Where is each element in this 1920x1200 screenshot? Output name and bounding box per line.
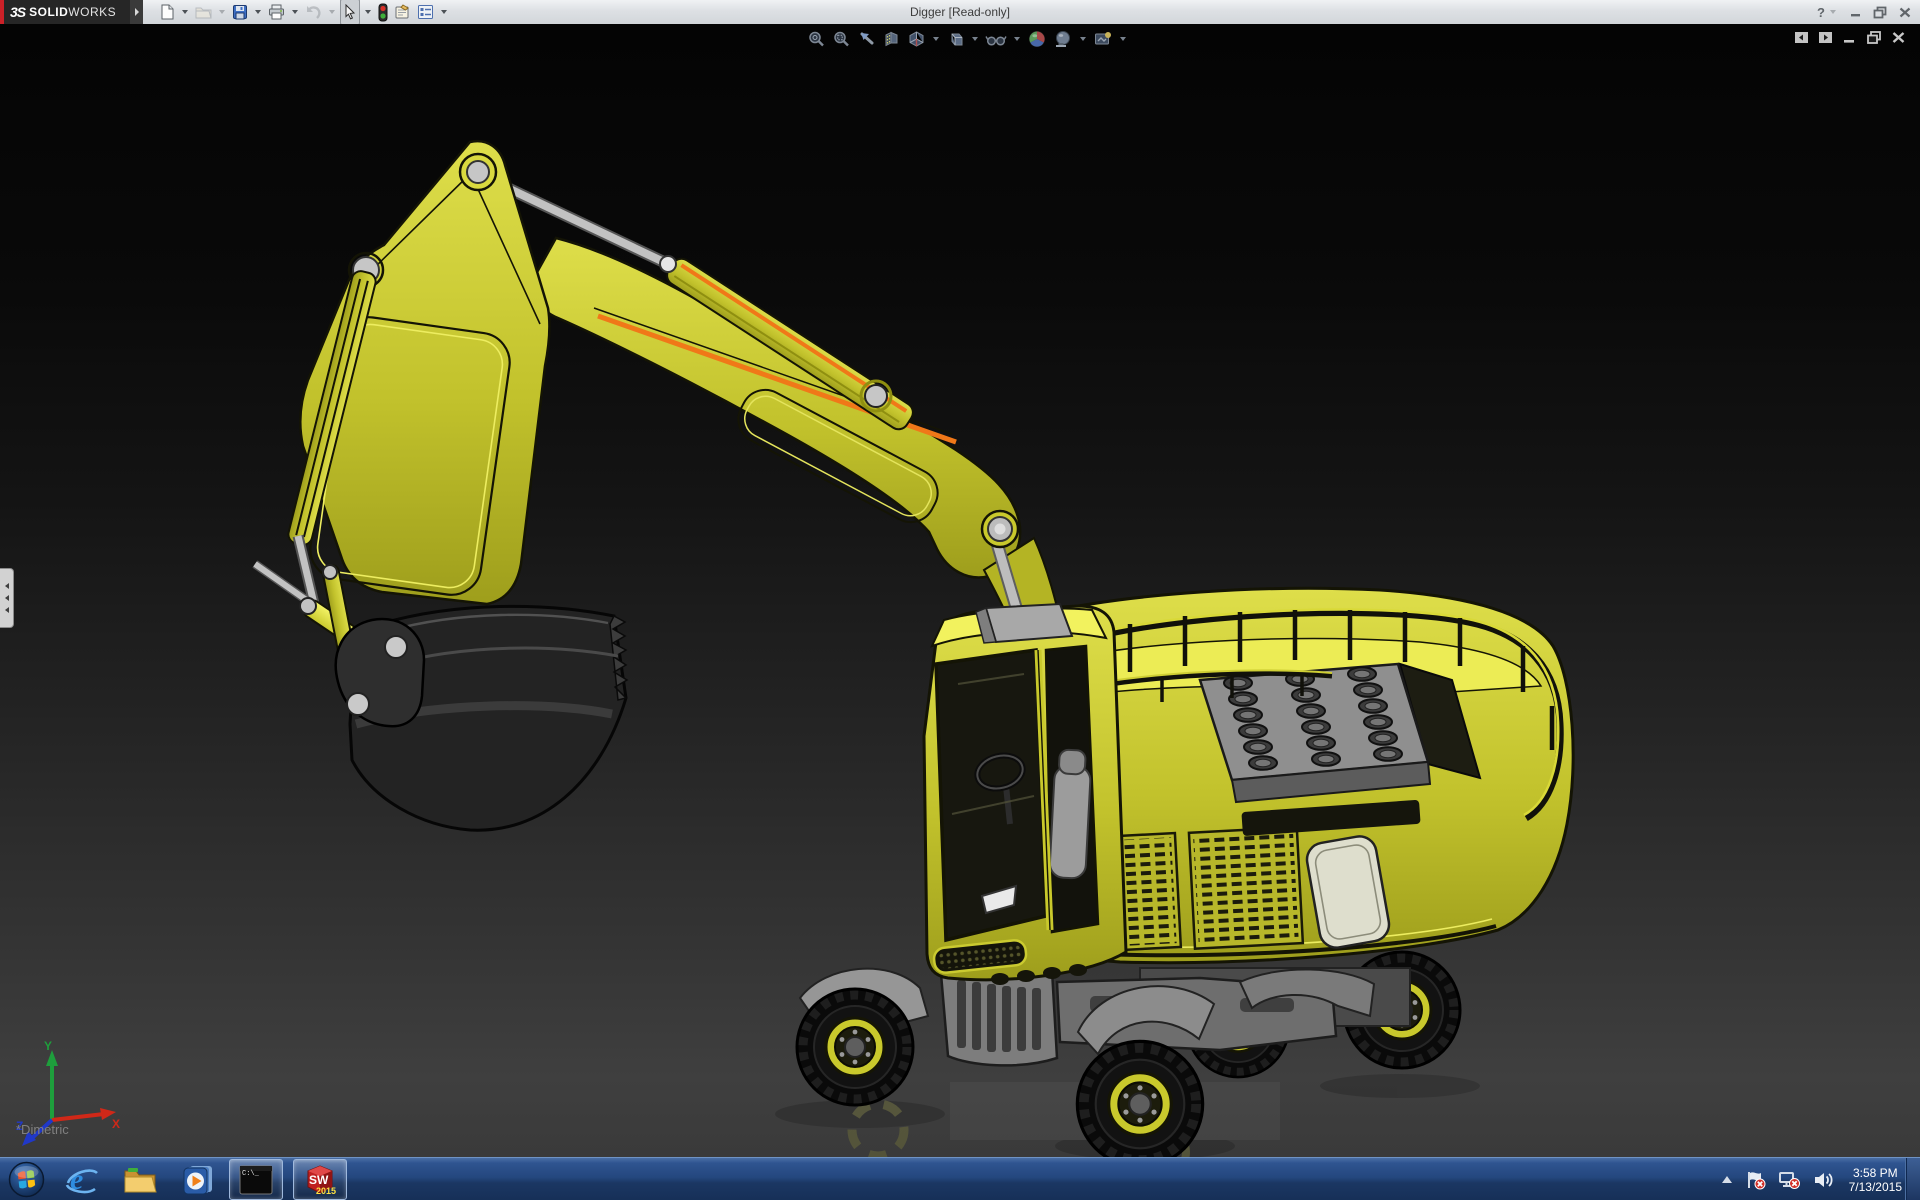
open-button[interactable] [193, 1, 214, 23]
side-vent-panel [1187, 825, 1305, 951]
dassault-logo-icon: 3S [10, 4, 26, 20]
new-document-icon [161, 4, 174, 20]
sw-icon-letters: SW [309, 1173, 329, 1187]
open-dropdown-caret[interactable] [219, 10, 225, 14]
flag-error-icon [1747, 1171, 1766, 1189]
taskbar-windows-explorer[interactable] [119, 1161, 161, 1199]
help-dropdown-caret [1830, 10, 1836, 14]
command-prompt-icon: C:\_ [239, 1165, 273, 1194]
options-checklist-icon [418, 5, 433, 19]
boom-arm[interactable] [286, 139, 1066, 642]
front-right-wheel[interactable] [1077, 1041, 1202, 1157]
clock-date: 7/13/2015 [1848, 1179, 1902, 1194]
flyout-arrow-icon [134, 8, 139, 16]
minimize-icon [1851, 14, 1860, 17]
taskbar-clock[interactable]: 3:58 PM 7/13/2015 [1849, 1166, 1902, 1194]
solidworks-logo: 3S SOLIDWORKS [0, 0, 130, 24]
select-cursor-icon [345, 4, 356, 20]
show-hidden-icons-button[interactable] [1720, 1174, 1734, 1186]
restore-button[interactable] [1873, 6, 1888, 19]
solidworks-application-window: 3S SOLIDWORKS Digger [Read-only] ? Y X Z… [0, 0, 1920, 1200]
up-arrow-icon [1721, 1175, 1732, 1183]
select-dropdown-caret[interactable] [365, 10, 371, 14]
undo-button[interactable] [303, 1, 324, 23]
main-toolbar [157, 0, 450, 25]
title-bar: 3S SOLIDWORKS Digger [Read-only] ? [0, 0, 1920, 25]
close-icon [1899, 7, 1911, 17]
digger-3d-model[interactable] [0, 24, 1920, 1157]
speaker-icon [1814, 1172, 1833, 1187]
triad-x-label: X [112, 1117, 120, 1131]
brand-name-bold: SOLID [29, 5, 69, 19]
media-player-icon [183, 1165, 212, 1194]
cab[interactable] [922, 602, 1128, 985]
taskbar-internet-explorer[interactable]: e [61, 1161, 103, 1199]
file-properties-button[interactable] [392, 1, 413, 23]
undo-dropdown-caret[interactable] [329, 10, 335, 14]
view-orientation-label: *Dimetric [16, 1122, 69, 1137]
logo-red-stripe [0, 0, 4, 24]
taskbar-media-player[interactable] [177, 1161, 219, 1199]
new-document-button[interactable] [157, 1, 177, 23]
windows-taskbar: e C:\_ SW 2015 3:58 PM 7/13/2015 [0, 1157, 1920, 1200]
network-error-icon [1778, 1171, 1800, 1189]
rebuild-traffic-light-icon [378, 3, 388, 21]
show-desktop-button[interactable] [1906, 1158, 1920, 1200]
action-center-button[interactable] [1745, 1170, 1767, 1190]
folder-icon [124, 1167, 157, 1192]
internet-explorer-icon: e [65, 1163, 98, 1196]
roof-box [984, 602, 1074, 644]
print-icon [269, 4, 284, 20]
new-dropdown-caret[interactable] [182, 10, 188, 14]
options-dropdown-caret[interactable] [441, 10, 447, 14]
volume-button[interactable] [1812, 1170, 1834, 1190]
front-left-wheel[interactable] [797, 989, 913, 1105]
system-tray: 3:58 PM 7/13/2015 [1720, 1158, 1902, 1200]
select-tool-button[interactable] [340, 0, 360, 25]
triad-y-label: Y [44, 1039, 52, 1053]
undo-arrow-icon [307, 6, 321, 19]
window-controls: ? [1817, 0, 1912, 24]
brand-name-light: WORKS [68, 5, 117, 19]
restore-icon [1873, 6, 1887, 18]
print-dropdown-caret[interactable] [292, 10, 298, 14]
file-properties-icon [395, 4, 409, 19]
network-status-button[interactable] [1778, 1170, 1801, 1190]
save-floppy-icon [233, 5, 247, 20]
start-button[interactable] [8, 1161, 45, 1198]
sw-icon-year: 2015 [316, 1186, 336, 1196]
cmd-title-text: C:\_ [242, 1170, 260, 1178]
minimize-button[interactable] [1849, 6, 1863, 18]
save-dropdown-caret[interactable] [255, 10, 261, 14]
menu-flyout-button[interactable] [130, 0, 143, 24]
solidworks-app-icon: SW 2015 [307, 1164, 336, 1196]
print-button[interactable] [266, 1, 287, 23]
taskbar-command-prompt[interactable]: C:\_ [229, 1159, 283, 1200]
open-folder-icon [195, 7, 212, 19]
taskbar-solidworks-2015[interactable]: SW 2015 [293, 1159, 347, 1200]
help-button[interactable]: ? [1817, 5, 1839, 20]
close-button[interactable] [1898, 6, 1912, 19]
help-icon: ? [1817, 4, 1825, 20]
bucket[interactable] [252, 560, 629, 832]
save-button[interactable] [230, 1, 250, 23]
rebuild-button[interactable] [376, 1, 390, 23]
graphics-viewport[interactable]: Y X Z *Dimetric [0, 24, 1920, 1157]
clock-time: 3:58 PM [1852, 1165, 1898, 1180]
options-button[interactable] [415, 1, 436, 23]
